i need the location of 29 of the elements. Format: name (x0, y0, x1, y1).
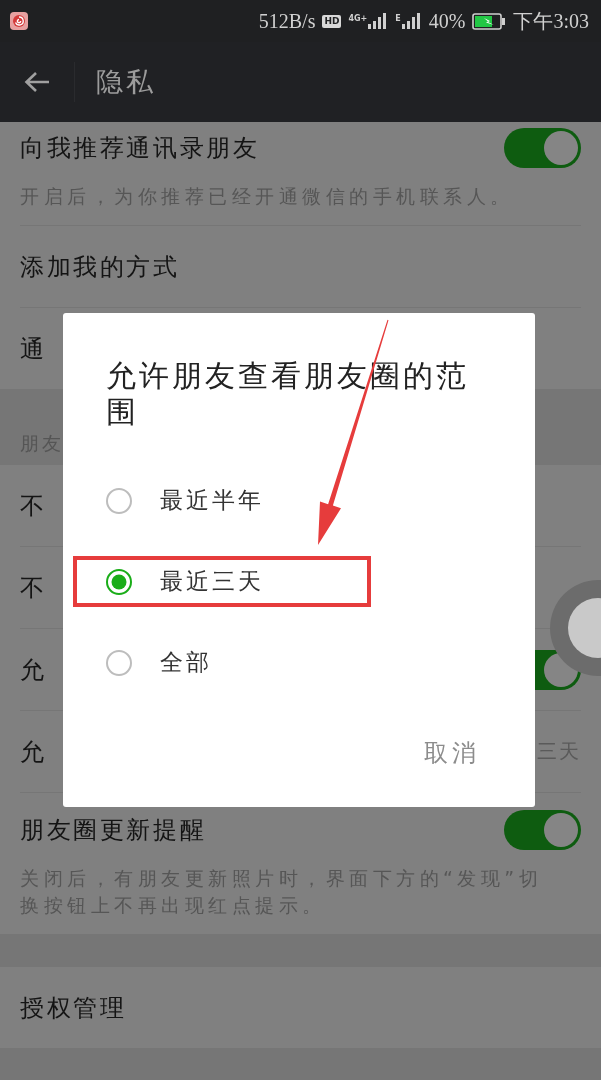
dialog-title: 允许朋友查看朋友圈的范围 (106, 358, 470, 430)
battery-charging-icon (472, 12, 507, 30)
radio-option[interactable]: 最近半年 (106, 460, 264, 541)
battery-percent: 40% (428, 9, 466, 33)
setting-title[interactable]: 不 (20, 572, 47, 603)
setting-title[interactable]: 向我推荐通讯录朋友 (20, 133, 260, 163)
signal-bars-icon (368, 13, 389, 29)
setting-title[interactable]: 允 (20, 736, 47, 767)
setting-title[interactable]: 添加我的方式 (20, 251, 180, 282)
app-icon (10, 12, 28, 30)
setting-title[interactable]: 授权管理 (20, 992, 127, 1023)
network-type-label: E (395, 14, 401, 23)
setting-title[interactable]: 不 (20, 490, 47, 521)
setting-title[interactable]: 朋友圈更新提醒 (20, 815, 207, 845)
network-type-label: 4G+ (348, 14, 368, 23)
back-arrow-icon (24, 71, 50, 93)
floating-ball-button[interactable] (548, 579, 601, 677)
network-speed: 512B/s (258, 9, 316, 33)
radio-option[interactable]: 全部 (106, 622, 212, 703)
radio-option[interactable]: 最近三天 (106, 541, 264, 622)
signal-bars-icon (401, 13, 422, 29)
toggle-switch[interactable] (504, 810, 581, 850)
toggle-switch[interactable] (504, 128, 581, 168)
hd-badge: HD (322, 14, 342, 28)
page-title: 隐私 (96, 65, 156, 99)
setting-title[interactable]: 允 (20, 654, 47, 685)
clock-time: 下午3:03 (513, 8, 589, 34)
cancel-button[interactable]: 取消 (424, 731, 480, 775)
setting-title[interactable]: 通 (20, 333, 47, 364)
